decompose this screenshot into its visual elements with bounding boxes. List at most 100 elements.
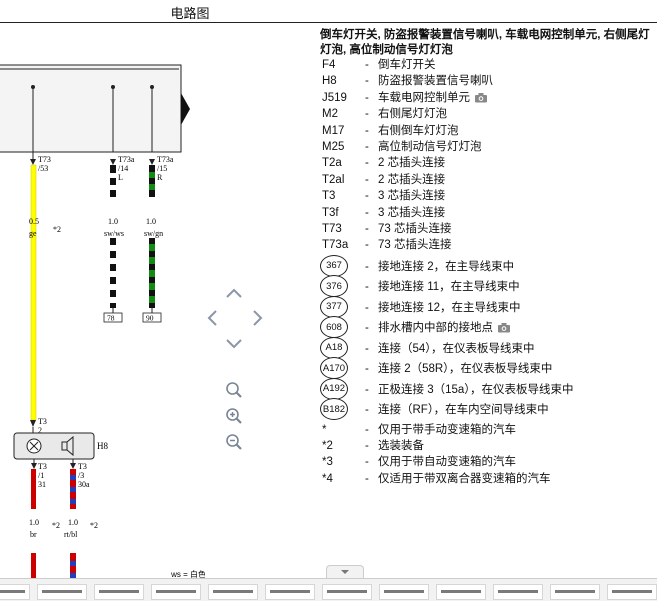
chevron-right-icon[interactable]	[245, 305, 271, 331]
wire-ref-label: 90	[146, 314, 154, 323]
zoom-out-icon[interactable]	[221, 429, 247, 455]
legend-entries: F4- 倒车灯开关 H8- 防盗报警装置信号喇叭 J519- 车载电网控制单元 M2- 右侧尾…	[320, 58, 657, 255]
legend-entry: T3f -3 芯插头连接	[320, 206, 657, 222]
lower-conn-label: T3	[78, 462, 87, 471]
page-thumbnail[interactable]	[208, 584, 258, 600]
page-thumbnail[interactable]	[151, 584, 201, 600]
wire-size-label: 1.0	[146, 217, 156, 226]
legend-ground-entry: 367 - 接地连接 2，在主导线束中	[320, 254, 657, 280]
legend-dash: -	[365, 423, 369, 436]
legend-dash: -	[365, 383, 369, 396]
legend-dash: -	[365, 301, 369, 314]
legend-entry: M17 - 右侧倒车灯灯泡	[320, 124, 657, 140]
camera-icon[interactable]	[474, 92, 488, 108]
legend-note-code: *	[322, 423, 327, 436]
legend-dash: -	[365, 75, 369, 88]
legend-desc: 连接 2（58R），在仪表板导线束中	[378, 363, 553, 376]
legend-code: M17	[322, 124, 345, 137]
legend-dash: -	[365, 206, 369, 219]
legend-dash: -	[365, 59, 369, 71]
legend-dash: -	[365, 157, 369, 170]
legend-notes: * - 仅用于带手动变速箱的汽车 *2- 选装装备 *3- 仅用于带自动变速箱的汽车 *4- 仅…	[320, 423, 657, 489]
legend-note-desc: 仅用于带手动变速箱的汽车	[378, 423, 516, 436]
page-thumbnail[interactable]	[265, 584, 315, 600]
legend-code: T3	[322, 190, 336, 203]
chevron-down-icon[interactable]	[221, 331, 247, 357]
page-thumbnail[interactable]	[550, 584, 600, 600]
legend-dash: -	[365, 108, 369, 121]
legend-desc: 连接（54），在仪表板导线束中	[378, 342, 535, 355]
legend-ground-entry: 377 - 接地连接 12，在主导线束中	[320, 295, 657, 321]
wire-pin-label: /53	[38, 164, 48, 173]
wire-color-label: sw/gn	[144, 229, 163, 238]
legend-ground-entry: B182 - 连接（RF），在车内空间导线束中	[320, 398, 657, 423]
legend-note: *2 - 选装装备	[320, 439, 657, 455]
component-label: H8	[97, 441, 108, 451]
page-thumbnail[interactable]	[37, 584, 87, 600]
legend-note-desc: 仅用于带自动变速箱的汽车	[378, 456, 516, 469]
zoom-in-icon[interactable]	[221, 403, 247, 429]
lower-pin-label: /1	[38, 471, 44, 480]
legend-dash: -	[365, 404, 369, 417]
legend-code: T73	[322, 222, 342, 235]
legend-note-desc: 选装装备	[378, 440, 424, 453]
legend-desc: 2 芯插头连接	[378, 157, 446, 170]
page-thumbnail[interactable]	[0, 584, 30, 600]
lower-note: *2	[90, 521, 98, 530]
legend-desc: 3 芯插头连接	[378, 190, 446, 203]
wire-size-label: 0.5	[29, 217, 39, 226]
legend-desc: 右侧倒车灯灯泡	[378, 124, 459, 137]
legend-desc: 右侧尾灯灯泡	[378, 108, 447, 121]
lower-color-label: rt/bl	[64, 530, 78, 539]
legend-code: J519	[322, 91, 347, 104]
page-thumbnail[interactable]	[436, 584, 486, 600]
chevron-left-icon[interactable]	[199, 305, 225, 331]
zoom-fit-icon[interactable]	[221, 377, 247, 403]
lower-size-label: 1.0	[68, 518, 78, 527]
page-thumbnail[interactable]	[322, 584, 372, 600]
connection-circle-icon: 367	[320, 254, 348, 277]
legend-desc: 73 芯插头连接	[378, 239, 452, 252]
legend-note: *3 - 仅用于带自动变速箱的汽车	[320, 455, 657, 471]
legend-note-code: *4	[322, 472, 333, 485]
legend-code: M25	[322, 140, 345, 153]
legend-dash: -	[365, 239, 369, 252]
expand-thumbnails-button[interactable]	[326, 565, 364, 578]
lower-num-label: 31	[38, 480, 46, 489]
legend-desc: 2 芯插头连接	[378, 173, 446, 186]
legend-entry: T2al -2 芯插头连接	[320, 173, 657, 189]
lower-color-label: br	[30, 530, 37, 539]
legend-desc: 3 芯插头连接	[378, 206, 446, 219]
legend-code: M2	[322, 108, 338, 121]
legend-entry: F4 - 倒车灯开关	[320, 58, 657, 74]
legend-desc: 接地连接 12，在主导线束中	[378, 301, 521, 314]
legend-code: H8	[322, 75, 337, 88]
legend-title: 倒车灯开关, 防盗报警装置信号喇叭, 车载电网控制单元, 右侧尾灯灯泡, 高位制…	[320, 29, 650, 56]
legend-circle-entries: 367- 接地连接 2，在主导线束中 376- 接地连接 11，在主导线束中 377- 接…	[320, 254, 657, 423]
wire-pin-sub: R	[157, 173, 163, 182]
connection-circle-icon: A18	[320, 336, 348, 359]
legend-note-code: *2	[322, 440, 333, 453]
legend-dash: -	[365, 260, 369, 273]
lower-note: *2	[52, 521, 60, 530]
lower-conn-label: T3	[38, 462, 47, 471]
legend-note-code: *3	[322, 456, 333, 469]
wire-ref-label: 78	[107, 314, 115, 323]
page-thumbnail[interactable]	[94, 584, 144, 600]
legend-entry: M25 - 高位制动信号灯灯泡	[320, 140, 657, 156]
triangle-down-icon	[341, 570, 349, 574]
page-thumbnail[interactable]	[607, 584, 657, 600]
wire-conn-label: T73	[38, 155, 51, 164]
legend-entry: T73a -73 芯插头连接	[320, 238, 657, 254]
legend-entry: M2 - 右侧尾灯灯泡	[320, 107, 657, 123]
wire-note: *2	[53, 225, 61, 234]
page-thumbnail[interactable]	[493, 584, 543, 600]
circuit-diagram[interactable]: T73 /53 0.5 ge *2 78 T73a /14 L 1.0 sw/w…	[0, 25, 205, 580]
legend-desc: 接地连接 2，在主导线束中	[378, 260, 515, 273]
camera-icon[interactable]	[497, 322, 511, 338]
legend-dash: -	[365, 472, 369, 485]
legend-note: * - 仅用于带手动变速箱的汽车	[320, 423, 657, 439]
wire-conn-label: T73a	[118, 155, 135, 164]
chevron-up-icon[interactable]	[221, 280, 247, 306]
page-thumbnail[interactable]	[379, 584, 429, 600]
